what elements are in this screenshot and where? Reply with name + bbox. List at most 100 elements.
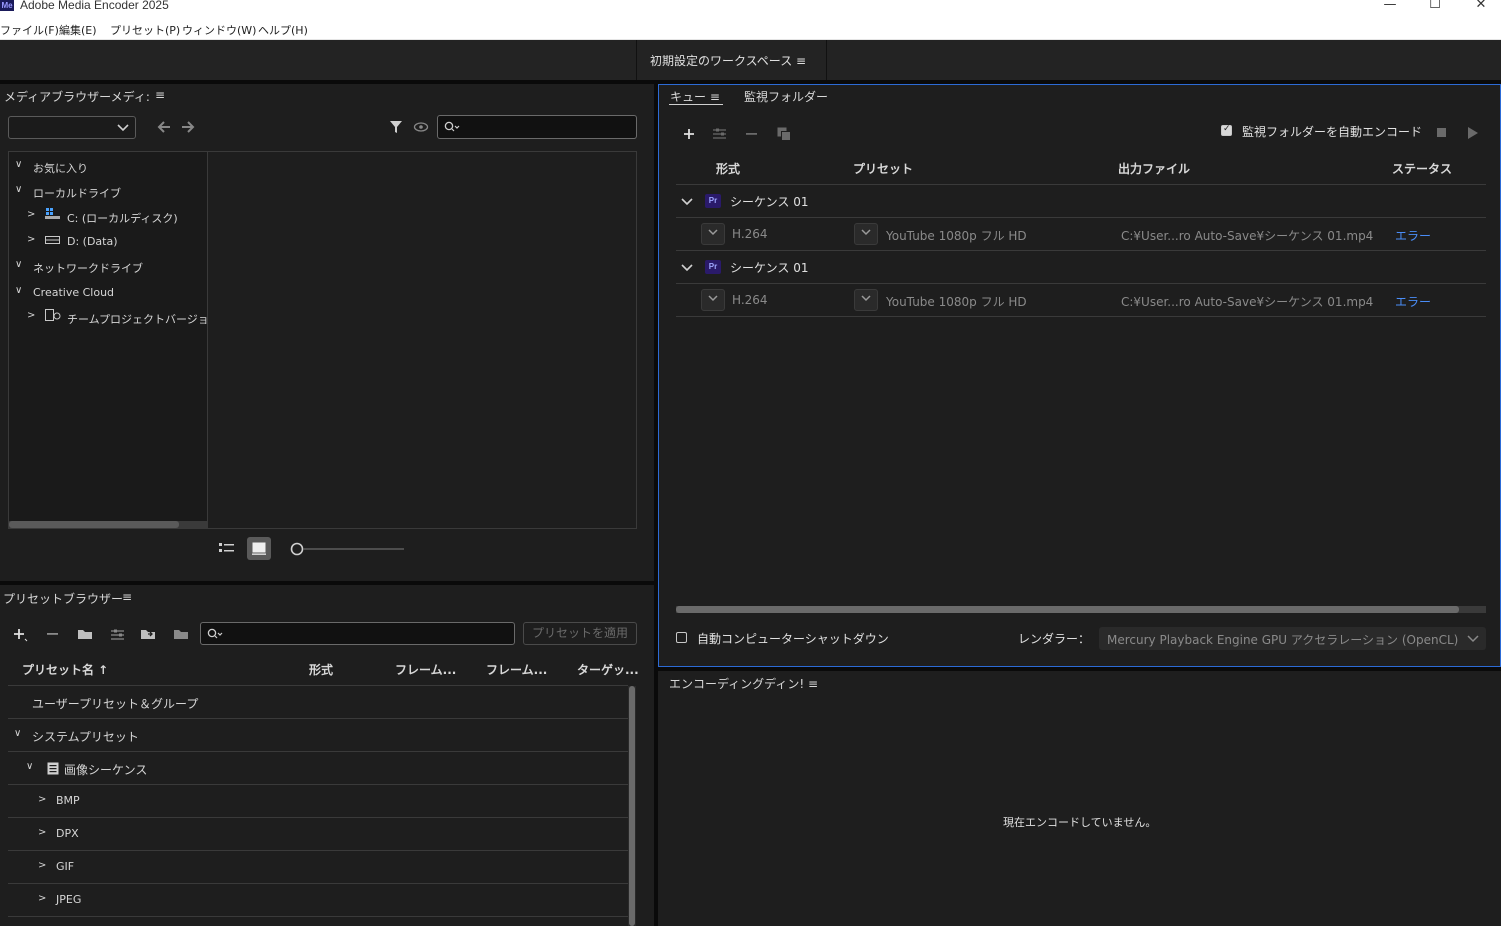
column-header-preset-name[interactable]: プリセット名 ↑ <box>22 661 108 678</box>
tab-watch-folders[interactable]: 監視フォルダー <box>744 88 828 105</box>
menu-file[interactable]: ファイル(F) <box>0 22 59 38</box>
stop-icon[interactable] <box>1437 128 1447 138</box>
renderer-dropdown[interactable]: Mercury Playback Engine GPU アクセラレーション (O… <box>1099 627 1486 650</box>
auto-shutdown-label[interactable]: 自動コンピューターシャットダウン <box>697 630 889 647</box>
queue-source-row[interactable]: Pr シーケンス 01 <box>676 185 1486 218</box>
panel-menu-icon[interactable]: ≡ <box>122 590 132 604</box>
expand-chevron-icon[interactable]: > <box>38 893 46 904</box>
column-header-status[interactable]: ステータス <box>1392 160 1452 177</box>
job-preset[interactable]: YouTube 1080p フル HD <box>886 227 1027 244</box>
eye-icon[interactable] <box>413 122 429 132</box>
preset-browser-title[interactable]: プリセットブラウザー <box>3 590 123 607</box>
tree-item-creative-cloud[interactable]: ∨ Creative Cloud <box>9 284 207 302</box>
preset-row[interactable]: > BMP <box>8 785 628 818</box>
job-output-file[interactable]: C:¥User...ro Auto-Save¥シーケンス 01.mp4 <box>1121 293 1373 310</box>
expand-chevron-icon[interactable]: ∨ <box>15 259 22 270</box>
expand-chevron-icon[interactable]: ∨ <box>15 184 22 195</box>
expand-chevron-icon[interactable]: > <box>27 310 35 321</box>
expand-chevron-icon[interactable]: > <box>38 827 46 838</box>
maximize-button[interactable]: ☐ <box>1425 0 1445 13</box>
back-arrow-icon[interactable] <box>157 121 171 133</box>
media-browser-title[interactable]: メディアブラウザーメディ: <box>4 88 150 105</box>
preset-row[interactable]: ユーザープリセット＆グループ <box>8 686 628 719</box>
auto-encode-checkbox[interactable] <box>1221 124 1233 137</box>
vertical-scrollbar[interactable] <box>628 686 636 926</box>
column-header-frame-size[interactable]: フレーム... <box>395 661 456 678</box>
queue-output-row[interactable]: H.264 YouTube 1080p フル HD C:¥User...ro A… <box>676 284 1486 317</box>
workspace-menu-icon[interactable]: ≡ <box>796 54 806 68</box>
scrollbar-thumb[interactable] <box>676 606 1459 613</box>
scrollbar-thumb[interactable] <box>629 686 635 926</box>
expand-chevron-icon[interactable]: > <box>27 209 35 220</box>
format-dropdown[interactable] <box>701 223 725 245</box>
tree-item-network-drives[interactable]: ∨ ネットワークドライブ <box>9 258 207 276</box>
remove-preset-icon[interactable] <box>47 633 59 636</box>
tree-item-team-projects[interactable]: > チームプロジェクトバージョ <box>9 309 209 327</box>
job-status-error[interactable]: エラー <box>1395 227 1431 244</box>
preset-settings-icon[interactable] <box>110 628 125 641</box>
preset-row[interactable]: ∨ システムプリセット <box>8 719 628 752</box>
new-group-icon[interactable] <box>77 627 94 641</box>
expand-chevron-icon[interactable]: ∨ <box>15 285 22 296</box>
import-preset-icon[interactable] <box>140 627 157 641</box>
media-search-input[interactable] <box>437 115 637 139</box>
add-source-icon[interactable] <box>683 128 695 140</box>
minimize-button[interactable]: — <box>1380 0 1400 13</box>
auto-shutdown-checkbox[interactable] <box>676 632 688 644</box>
queue-output-row[interactable]: H.264 YouTube 1080p フル HD C:¥User...ro A… <box>676 218 1486 251</box>
chevron-down-icon[interactable] <box>681 264 693 272</box>
forward-arrow-icon[interactable] <box>181 121 195 133</box>
expand-chevron-icon[interactable]: > <box>38 860 46 871</box>
list-view-icon[interactable] <box>219 542 235 554</box>
queue-source-row[interactable]: Pr シーケンス 01 <box>676 251 1486 284</box>
menu-preset[interactable]: プリセット(P) <box>110 22 180 38</box>
expand-chevron-icon[interactable]: ∨ <box>14 728 21 739</box>
tree-item-drive-d[interactable]: > D: (Data) <box>9 233 207 251</box>
preset-dropdown[interactable] <box>854 289 878 311</box>
job-output-file[interactable]: C:¥User...ro Auto-Save¥シーケンス 01.mp4 <box>1121 227 1373 244</box>
expand-chevron-icon[interactable]: ∨ <box>15 159 22 170</box>
expand-chevron-icon[interactable]: > <box>38 794 46 805</box>
filter-icon[interactable] <box>389 120 403 134</box>
menu-help[interactable]: ヘルプ(H) <box>258 22 308 38</box>
export-preset-icon[interactable] <box>173 627 190 641</box>
play-icon[interactable] <box>1468 127 1478 139</box>
menu-window[interactable]: ウィンドウ(W) <box>182 22 256 38</box>
job-preset[interactable]: YouTube 1080p フル HD <box>886 293 1027 310</box>
column-header-frame-rate[interactable]: フレーム... <box>486 661 547 678</box>
settings-sliders-icon[interactable] <box>712 127 727 140</box>
auto-encode-label[interactable]: 監視フォルダーを自動エンコード <box>1242 123 1422 140</box>
scrollbar-thumb[interactable] <box>9 521 179 528</box>
format-dropdown[interactable] <box>701 289 725 311</box>
preset-dropdown[interactable] <box>854 223 878 245</box>
tab-queue[interactable]: キュー ≡ <box>670 88 720 105</box>
expand-chevron-icon[interactable]: > <box>27 234 35 245</box>
panel-menu-icon[interactable]: ≡ <box>808 677 818 691</box>
add-preset-icon[interactable] <box>13 628 29 642</box>
horizontal-scrollbar[interactable] <box>9 521 207 528</box>
tree-item-favorites[interactable]: ∨ お気に入り <box>9 158 207 176</box>
column-header-target[interactable]: ターゲッ... <box>577 661 639 678</box>
close-button[interactable]: ✕ <box>1471 0 1491 13</box>
preset-row[interactable]: > GIF <box>8 851 628 884</box>
panel-menu-icon[interactable]: ≡ <box>710 90 720 104</box>
duplicate-icon[interactable] <box>777 127 791 141</box>
horizontal-scrollbar[interactable] <box>676 606 1486 613</box>
location-dropdown[interactable] <box>8 116 136 139</box>
tab-encoding[interactable]: エンコーディングディン! ≡ <box>669 675 818 692</box>
column-header-format[interactable]: 形式 <box>309 661 333 678</box>
workspace-tab[interactable]: 初期設定のワークスペース ≡ <box>650 52 806 69</box>
column-header-preset[interactable]: プリセット <box>853 160 913 177</box>
tree-item-drive-c[interactable]: > C: (ローカルディスク) <box>9 208 207 226</box>
preset-row[interactable]: > DPX <box>8 818 628 851</box>
chevron-down-icon[interactable] <box>681 198 693 206</box>
preset-row[interactable]: ∨ 画像シーケンス <box>8 752 628 785</box>
tree-item-local-drives[interactable]: ∨ ローカルドライブ <box>9 183 207 201</box>
menu-edit[interactable]: 編集(E) <box>59 22 97 38</box>
column-header-format[interactable]: 形式 <box>716 160 740 177</box>
preset-search-input[interactable] <box>200 622 515 645</box>
preset-row[interactable]: > JPEG <box>8 884 628 917</box>
panel-menu-icon[interactable]: ≡ <box>155 88 165 102</box>
apply-preset-button[interactable]: プリセットを適用 <box>523 622 637 645</box>
column-header-output-file[interactable]: 出力ファイル <box>1118 160 1190 177</box>
